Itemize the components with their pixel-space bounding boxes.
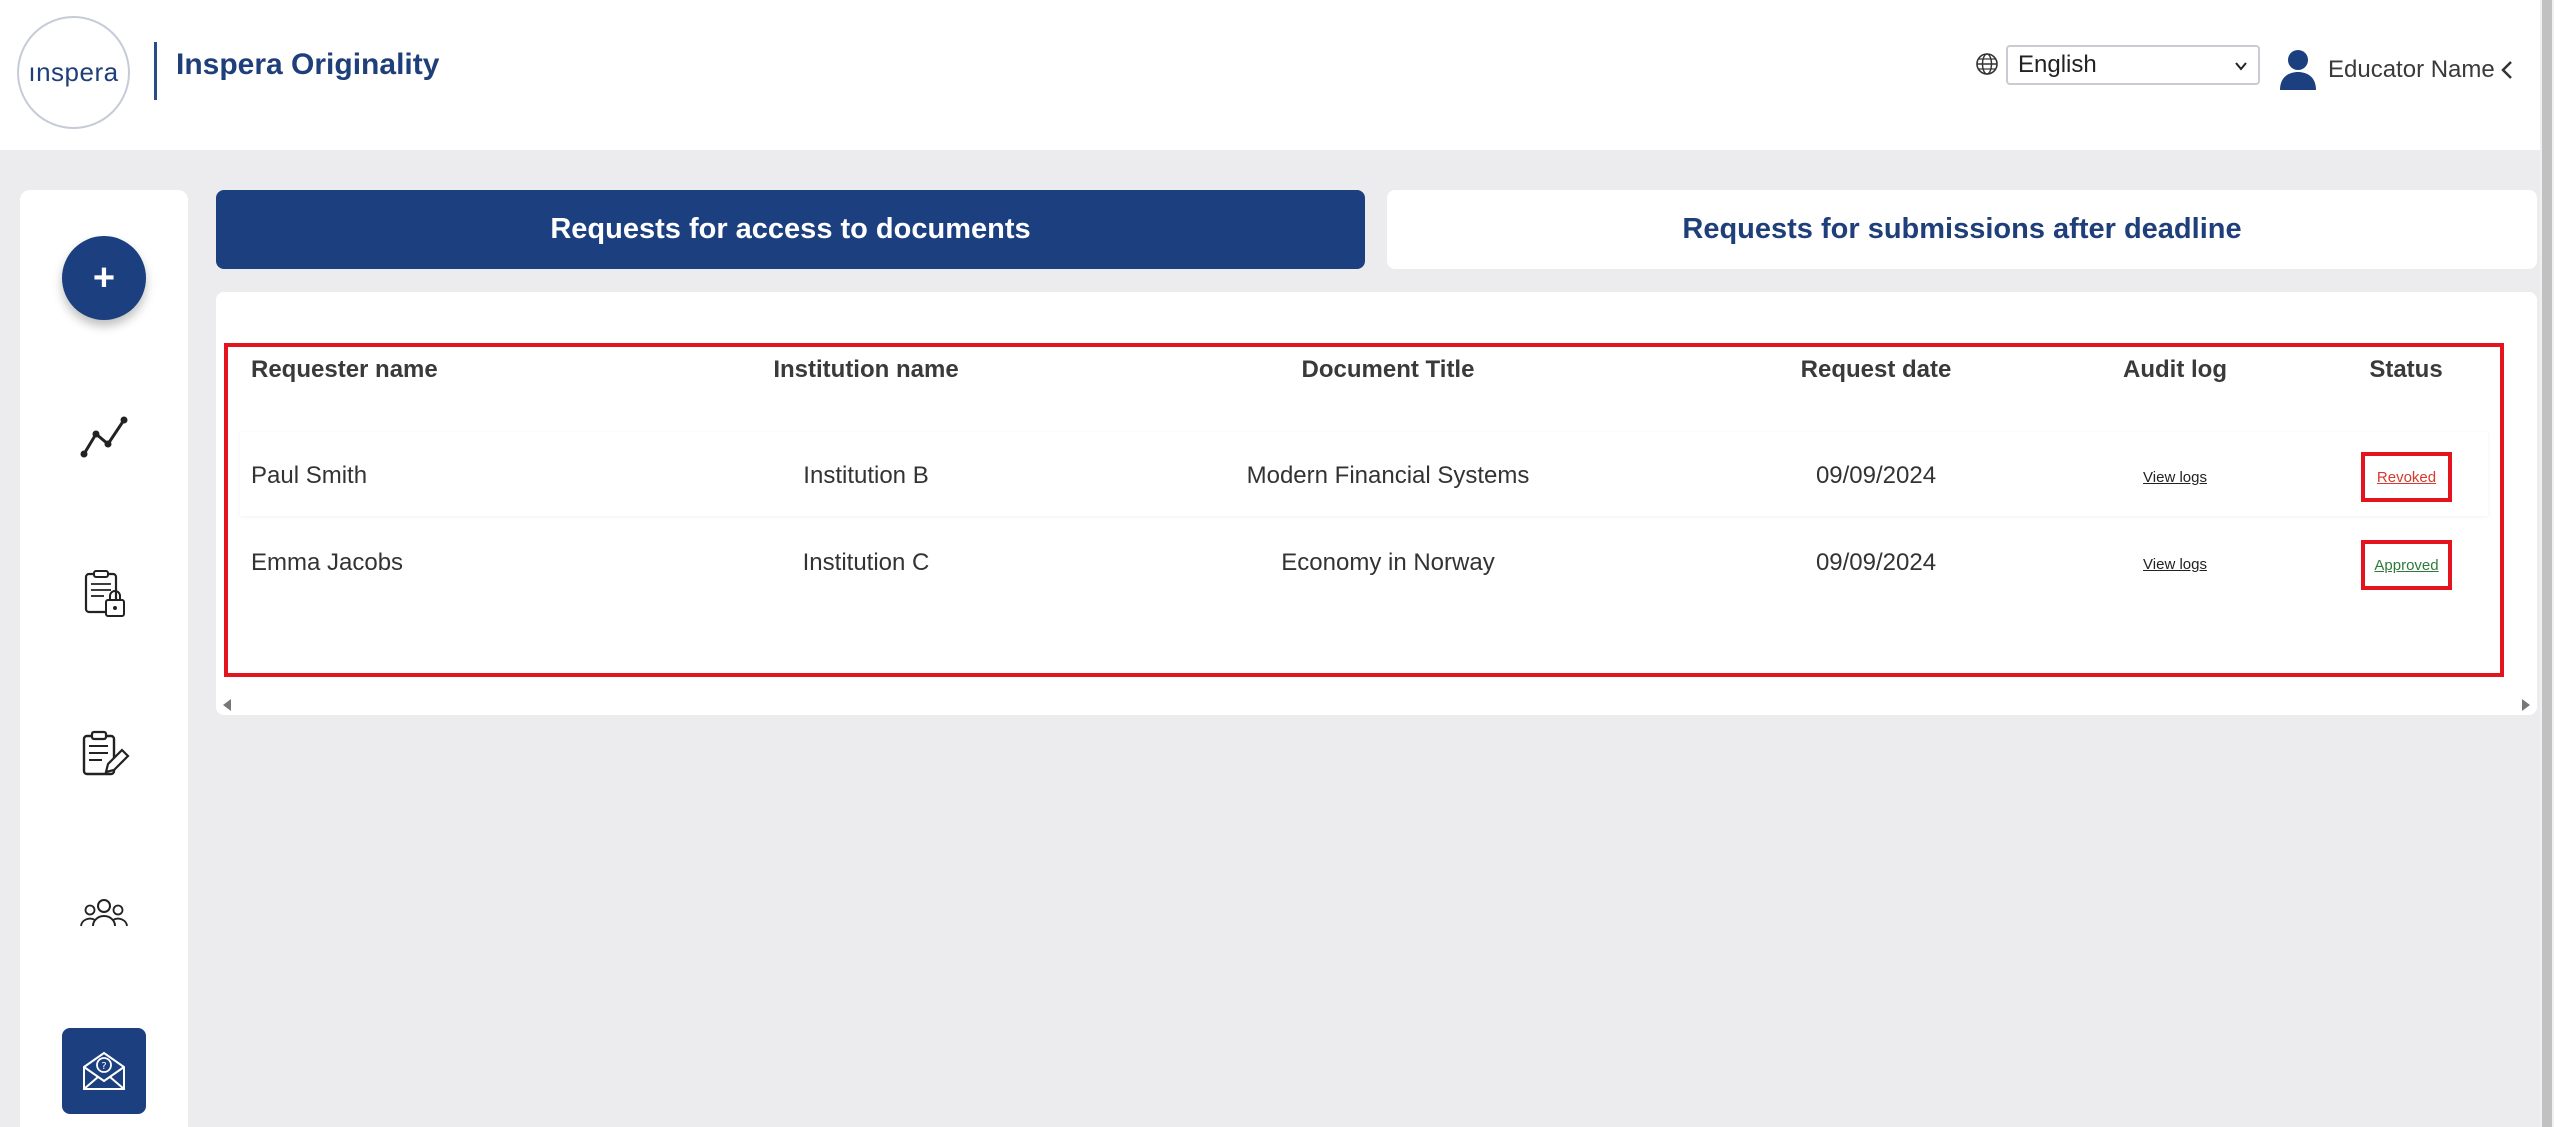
requester-name: Emma Jacobs xyxy=(251,549,404,576)
user-name[interactable]: Educator Name xyxy=(2328,56,2495,84)
inspera-logo[interactable]: ınspera xyxy=(17,16,130,129)
mail-help-icon: ? xyxy=(83,1051,125,1090)
view-logs-link[interactable]: View logs xyxy=(2143,469,2207,486)
request-date: 09/09/2024 xyxy=(1815,462,1937,489)
scroll-left-arrow-icon[interactable] xyxy=(221,698,233,712)
users-group-icon[interactable] xyxy=(78,888,130,940)
clipboard-edit-icon[interactable] xyxy=(78,728,130,780)
globe-icon xyxy=(1976,53,1998,75)
user-avatar-icon[interactable] xyxy=(2278,48,2318,90)
logo-text: ınspera xyxy=(28,57,119,87)
column-header-date[interactable]: Request date xyxy=(1801,356,1952,384)
analytics-icon[interactable] xyxy=(78,410,130,462)
sidebar xyxy=(20,190,188,1127)
column-header-institution[interactable]: Institution name xyxy=(773,356,958,384)
view-logs-link[interactable]: View logs xyxy=(2143,556,2207,573)
column-header-title[interactable]: Document Title xyxy=(1302,356,1475,384)
column-header-requester[interactable]: Requester name xyxy=(251,356,438,384)
requester-name: Paul Smith xyxy=(251,462,368,489)
vertical-scrollbar-thumb[interactable] xyxy=(2542,0,2552,1127)
help-mail-button[interactable]: ? xyxy=(62,1028,146,1114)
document-title: Modern Financial Systems xyxy=(1246,462,1530,489)
add-button-label: + xyxy=(92,256,116,299)
document-lock-icon[interactable] xyxy=(78,568,130,620)
svg-text:?: ? xyxy=(101,1061,106,1072)
institution-name: Institution C xyxy=(802,549,930,576)
chevron-left-icon[interactable] xyxy=(2500,60,2514,80)
add-button[interactable]: + xyxy=(62,236,146,320)
status-link-approved[interactable]: Approved xyxy=(2374,557,2438,574)
document-title: Economy in Norway xyxy=(1281,549,1495,576)
tab-late-submissions[interactable]: Requests for submissions after deadline xyxy=(1387,190,2537,269)
request-date: 09/09/2024 xyxy=(1815,549,1937,576)
column-header-status[interactable]: Status xyxy=(2369,356,2442,384)
scroll-right-arrow-icon[interactable] xyxy=(2520,698,2532,712)
brand-title: Inspera Originality xyxy=(176,48,440,81)
language-select[interactable]: English xyxy=(2006,45,2260,85)
tab-late-submissions-label: Requests for submissions after deadline xyxy=(1682,213,2242,245)
status-highlight: Approved xyxy=(2361,540,2452,590)
top-header: ınspera Inspera Originality English Educ… xyxy=(0,0,2540,150)
column-header-audit[interactable]: Audit log xyxy=(2123,356,2227,384)
institution-name: Institution B xyxy=(803,462,929,489)
language-selected: English xyxy=(2018,51,2097,78)
tab-access-requests[interactable]: Requests for access to documents xyxy=(216,190,1365,269)
status-link-revoked[interactable]: Revoked xyxy=(2377,469,2436,486)
app-root: ınspera Inspera Originality English Educ… xyxy=(0,0,2554,1127)
tab-access-requests-label: Requests for access to documents xyxy=(550,213,1031,245)
status-highlight: Revoked xyxy=(2361,452,2452,502)
logo-divider xyxy=(154,42,157,100)
chevron-down-icon xyxy=(2235,62,2247,71)
